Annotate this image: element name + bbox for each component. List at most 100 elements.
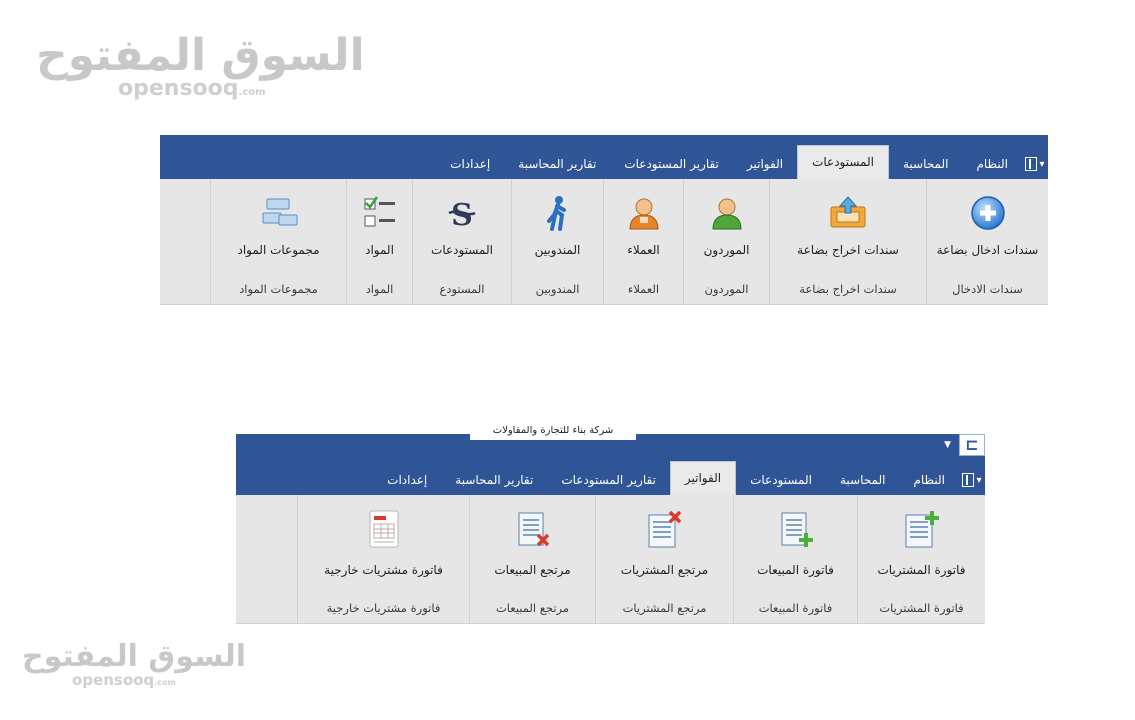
tab-warehouse-reports[interactable]: تقارير المستودعات bbox=[547, 465, 670, 495]
goods-exit-label: سندات اخراج بضاعة bbox=[797, 243, 899, 257]
purchase-return-button[interactable]: مرتجع المشتريات bbox=[596, 495, 733, 597]
tab-settings[interactable]: إعدادات bbox=[373, 465, 441, 495]
sales-invoice-button[interactable]: فاتورة المبيعات bbox=[734, 495, 857, 597]
items-label: المواد bbox=[365, 243, 394, 257]
group-label: فاتورة المبيعات bbox=[758, 601, 833, 615]
tab-accounting-reports[interactable]: تقارير المحاسبة bbox=[504, 149, 610, 179]
group-items: المواد المواد bbox=[346, 179, 412, 304]
tab-warehouses[interactable]: المستودعات bbox=[736, 465, 826, 495]
group-exit-vouchers: سندات اخراج بضاعة سندات اخراج بضاعة bbox=[769, 179, 926, 304]
app-icon[interactable]: ⊏ bbox=[959, 434, 985, 456]
sales-invoice-label: فاتورة المبيعات bbox=[757, 563, 834, 577]
group-warehouse: S المستودعات المستودع bbox=[412, 179, 511, 304]
tab-accounting[interactable]: المحاسبة bbox=[826, 465, 899, 495]
item-groups-label: مجموعات المواد bbox=[237, 243, 320, 257]
ribbon-empty-area bbox=[236, 495, 297, 623]
group-label: سندات الادخال bbox=[952, 282, 1023, 296]
tab-settings[interactable]: إعدادات bbox=[436, 149, 504, 179]
group-sales-invoice: فاتورة المبيعات فاتورة المبيعات bbox=[733, 495, 857, 623]
suppliers-button[interactable]: الموردون bbox=[684, 179, 769, 278]
goods-entry-button[interactable]: سندات ادخال بضاعة bbox=[927, 179, 1048, 278]
tab-accounting[interactable]: المحاسبة bbox=[889, 149, 962, 179]
group-customers: العملاء العملاء bbox=[603, 179, 683, 304]
group-label: مرتجع المشتريات bbox=[622, 601, 707, 615]
external-purchase-invoice-button[interactable]: فاتورة مشتريات خارجية bbox=[298, 495, 469, 597]
customers-button[interactable]: العملاء bbox=[604, 179, 683, 278]
caret-down-icon: ▼ bbox=[944, 440, 951, 450]
external-purchase-invoice-label: فاتورة مشتريات خارجية bbox=[324, 563, 443, 577]
caret-down-icon: ▾ bbox=[976, 474, 982, 486]
tab-accounting-reports[interactable]: تقارير المحاسبة bbox=[441, 465, 547, 495]
export-tray-icon bbox=[830, 196, 866, 228]
purchase-return-label: مرتجع المشتريات bbox=[620, 563, 709, 577]
tab-invoices[interactable]: الفواتير bbox=[669, 461, 737, 495]
group-label: الموردون bbox=[704, 282, 749, 296]
purchase-invoice-button[interactable]: فاتورة المشتريات bbox=[858, 495, 985, 597]
notebook-icon bbox=[962, 473, 975, 487]
purchase-invoice-label: فاتورة المشتريات bbox=[877, 563, 966, 577]
group-label: العملاء bbox=[627, 282, 660, 296]
group-sales-return: مرتجع المبيعات مرتجع المبيعات bbox=[469, 495, 595, 623]
watermark-bottom: السوق المفتوح opensooq.com bbox=[22, 639, 247, 690]
tab-bar: ▼ ⊏ ▾ النظام المحاسبة المستودعات الفواتي… bbox=[236, 434, 985, 495]
walking-person-icon bbox=[546, 196, 566, 231]
group-purchase-return: مرتجع المشتريات مرتجع المشتريات bbox=[595, 495, 733, 623]
add-circle-icon bbox=[970, 196, 1005, 230]
tab-system[interactable]: النظام bbox=[899, 465, 959, 495]
watermark-arabic: السوق المفتوح bbox=[22, 639, 247, 674]
watermark-top: السوق المفتوح opensooq.com bbox=[36, 30, 365, 101]
sales-invoice-icon bbox=[781, 512, 813, 547]
watermark-arabic: السوق المفتوح bbox=[36, 30, 365, 81]
group-purchase-invoice: فاتورة المشتريات فاتورة المشتريات bbox=[857, 495, 985, 623]
customers-label: العملاء bbox=[627, 243, 660, 257]
ribbon-invoices: ▼ ⊏ ▾ النظام المحاسبة المستودعات الفواتي… bbox=[236, 426, 985, 624]
quick-access-button[interactable]: ▾ bbox=[1022, 149, 1048, 179]
caret-down-icon: ▾ bbox=[1039, 158, 1045, 170]
group-representatives: المندوبين المندوبين bbox=[511, 179, 603, 304]
ribbon-empty-area bbox=[160, 179, 210, 304]
group-entry-vouchers: سندات ادخال بضاعة سندات الادخال bbox=[926, 179, 1048, 304]
item-groups-icon bbox=[262, 198, 297, 226]
group-suppliers: الموردون الموردون bbox=[683, 179, 769, 304]
tab-invoices[interactable]: الفواتير bbox=[733, 149, 797, 179]
representatives-button[interactable]: المندوبين bbox=[512, 179, 603, 278]
group-label: سندات اخراج بضاعة bbox=[799, 282, 897, 296]
group-label: فاتورة مشتريات خارجية bbox=[326, 601, 441, 615]
group-label: المستودع bbox=[439, 282, 485, 296]
sales-return-icon bbox=[518, 512, 549, 547]
ribbon-body: سندات ادخال بضاعة سندات الادخال سندات اخ… bbox=[160, 179, 1048, 305]
goods-exit-button[interactable]: سندات اخراج بضاعة bbox=[770, 179, 926, 278]
warehouse-s-icon: S bbox=[448, 198, 476, 231]
window-title: شركة بناء للتجارة والمقاولات bbox=[470, 426, 636, 440]
tab-warehouse-reports[interactable]: تقارير المستودعات bbox=[610, 149, 733, 179]
supplier-person-icon bbox=[711, 198, 742, 230]
group-label: مجموعات المواد bbox=[239, 282, 318, 296]
group-external-purchase-invoice: فاتورة مشتريات خارجية فاتورة مشتريات خار… bbox=[297, 495, 469, 623]
warehouses-label: المستودعات bbox=[431, 243, 493, 257]
sales-return-label: مرتجع المبيعات bbox=[494, 563, 571, 577]
purchase-return-icon bbox=[648, 510, 681, 548]
items-button[interactable]: المواد bbox=[347, 179, 412, 278]
group-label: المندوبين bbox=[535, 282, 580, 296]
quick-access-button[interactable]: ▾ bbox=[959, 465, 985, 495]
warehouses-button[interactable]: S المستودعات bbox=[413, 179, 511, 278]
goods-entry-label: سندات ادخال بضاعة bbox=[936, 243, 1039, 257]
tab-bar: ▾ النظام المحاسبة المستودعات الفواتير تق… bbox=[160, 135, 1048, 179]
group-label: فاتورة المشتريات bbox=[879, 601, 964, 615]
ribbon-body: فاتورة المشتريات فاتورة المشتريات فاتورة… bbox=[236, 495, 985, 624]
checklist-icon bbox=[364, 196, 395, 227]
external-invoice-icon bbox=[369, 510, 398, 548]
customer-person-icon bbox=[628, 198, 659, 230]
title-bar-controls: ▼ ⊏ bbox=[944, 434, 985, 456]
purchase-invoice-icon bbox=[905, 511, 939, 548]
group-label: المواد bbox=[365, 282, 394, 296]
tab-warehouses[interactable]: المستودعات bbox=[797, 145, 889, 179]
item-groups-button[interactable]: مجموعات المواد bbox=[211, 179, 346, 278]
ribbon-warehouses: ▾ النظام المحاسبة المستودعات الفواتير تق… bbox=[160, 127, 1048, 305]
notebook-icon bbox=[1025, 157, 1038, 171]
tab-system[interactable]: النظام bbox=[962, 149, 1022, 179]
suppliers-label: الموردون bbox=[703, 243, 750, 257]
title-strip bbox=[160, 127, 1048, 135]
group-label: مرتجع المبيعات bbox=[495, 601, 570, 615]
sales-return-button[interactable]: مرتجع المبيعات bbox=[470, 495, 595, 597]
